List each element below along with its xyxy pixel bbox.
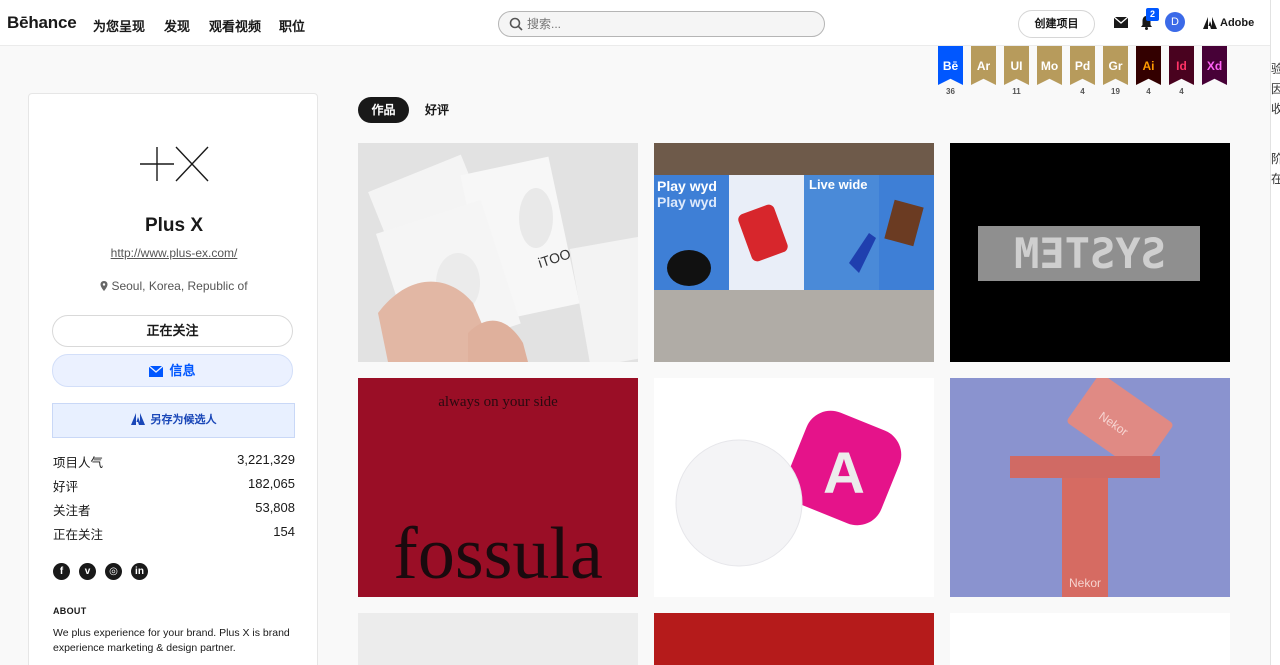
- linkedin-icon[interactable]: in: [131, 563, 148, 580]
- edge-text: 阶: [1271, 150, 1280, 167]
- project-tile-partial[interactable]: [654, 613, 934, 665]
- search-input[interactable]: [527, 15, 807, 33]
- ribbon-badge[interactable]: Ai: [1136, 46, 1161, 85]
- about-text: We plus experience for your brand. Plus …: [53, 627, 290, 654]
- ribbon-count: 4: [1080, 87, 1085, 96]
- edge-text: 验: [1271, 60, 1280, 77]
- stat-value: 154: [273, 524, 295, 539]
- ribbon-count: 4: [1146, 87, 1151, 96]
- stat-row-following[interactable]: 正在关注 154: [53, 524, 295, 544]
- mail-icon[interactable]: [1114, 17, 1128, 28]
- ribbon-badge[interactable]: Bē: [938, 46, 963, 85]
- project-thumbnail: Nekor Nekor: [950, 378, 1230, 597]
- vimeo-icon[interactable]: v: [79, 563, 96, 580]
- stat-value: 53,808: [255, 500, 295, 515]
- create-project-button[interactable]: 创建项目: [1018, 10, 1095, 38]
- project-thumbnail: always on your side fossula: [358, 378, 638, 597]
- stat-label: 好评: [53, 480, 79, 494]
- nav-item-watch-video[interactable]: 观看视频: [209, 16, 261, 35]
- user-avatar[interactable]: D: [1165, 12, 1185, 32]
- ribbon-badge[interactable]: Id: [1169, 46, 1194, 85]
- adobe-logo-icon[interactable]: [1203, 17, 1217, 29]
- following-button[interactable]: 正在关注: [52, 315, 293, 347]
- ribbon-badge[interactable]: Xd: [1202, 46, 1227, 85]
- side-panel-edge: 验 因 收 阶 在: [1270, 0, 1280, 665]
- adobe-logo-icon: [130, 413, 145, 425]
- project-title-text: Nekor: [1069, 576, 1101, 590]
- top-navigation-bar: Bēhance 为您呈现 发现 观看视频 职位 创建项目 2 D Adobe: [0, 0, 1270, 46]
- poster-text: Play wyd: [657, 178, 717, 194]
- facebook-icon[interactable]: f: [53, 563, 70, 580]
- stat-label: 关注者: [53, 504, 91, 518]
- profile-website-link[interactable]: http://www.plus-ex.com/: [29, 246, 319, 260]
- mail-icon: [149, 365, 164, 377]
- profile-name: Plus X: [144, 215, 204, 236]
- tab-works[interactable]: 作品: [358, 97, 409, 123]
- message-button[interactable]: 信息: [52, 354, 293, 387]
- tab-appreciations[interactable]: 好评: [417, 97, 457, 123]
- project-tagline-text: always on your side: [438, 394, 558, 410]
- project-tile-a-logo[interactable]: A: [654, 378, 934, 597]
- stat-row-appreciations: 好评 182,065: [53, 476, 295, 496]
- project-tile-fossula[interactable]: always on your side fossula: [358, 378, 638, 597]
- project-tile-itoo[interactable]: iTOO: [358, 143, 638, 362]
- project-tile-play-wyd[interactable]: Play wyd Play wyd Live wide: [654, 143, 934, 362]
- edge-text: 因: [1271, 80, 1280, 97]
- save-candidate-label: 另存为候选人: [150, 414, 217, 426]
- behance-logo[interactable]: Bēhance: [7, 13, 77, 33]
- poster-text: Live wide: [809, 177, 868, 192]
- ribbon-badge[interactable]: Ar: [971, 46, 996, 85]
- instagram-icon[interactable]: ◎: [105, 563, 122, 580]
- edge-text: 在: [1271, 170, 1280, 187]
- project-tile-partial[interactable]: [358, 613, 638, 665]
- stat-row-project-views: 项目人气 3,221,329: [53, 452, 295, 472]
- ribbon-count: 4: [1179, 87, 1184, 96]
- ribbon-count: 19: [1111, 87, 1120, 96]
- nav-item-for-you[interactable]: 为您呈现: [93, 16, 145, 35]
- search-icon: [509, 17, 523, 31]
- project-title-text: A: [823, 441, 865, 506]
- search-bar[interactable]: [498, 11, 825, 37]
- notification-count-badge: 2: [1146, 8, 1159, 21]
- stat-value: 3,221,329: [237, 452, 295, 467]
- project-thumbnail: iTOO: [358, 143, 638, 362]
- location-text: Seoul, Korea, Republic of: [111, 279, 248, 293]
- stat-value: 182,065: [248, 476, 295, 491]
- project-thumbnail: SYSTEM: [950, 143, 1230, 362]
- stat-label: 正在关注: [53, 528, 104, 542]
- ribbon-badge[interactable]: Gr: [1103, 46, 1128, 85]
- adobe-label[interactable]: Adobe: [1220, 17, 1254, 29]
- project-thumbnail: A: [654, 378, 934, 597]
- stat-label: 项目人气: [53, 456, 104, 470]
- ribbon-count: 11: [1012, 87, 1021, 96]
- location-pin-icon: [100, 281, 108, 291]
- project-tile-nekor[interactable]: Nekor Nekor: [950, 378, 1230, 597]
- save-as-candidate-button[interactable]: 另存为候选人: [52, 403, 295, 438]
- stat-row-followers[interactable]: 关注者 53,808: [53, 500, 295, 520]
- profile-card: Plus X http://www.plus-ex.com/ Seoul, Ko…: [28, 93, 318, 665]
- ribbon-count: 36: [946, 87, 955, 96]
- message-label: 信息: [169, 363, 196, 378]
- ribbon-badge[interactable]: Mo: [1037, 46, 1062, 85]
- project-tile-partial[interactable]: [950, 613, 1230, 665]
- profile-location: Seoul, Korea, Republic of: [29, 279, 319, 293]
- about-heading: ABOUT: [53, 606, 87, 616]
- plus-x-logo: [140, 146, 209, 182]
- project-tile-system[interactable]: SYSTEM: [950, 143, 1230, 362]
- project-title-text: fossula: [393, 513, 603, 595]
- nav-item-jobs[interactable]: 职位: [279, 16, 305, 35]
- project-title-text: SYSTEM: [1014, 229, 1166, 278]
- nav-item-discover[interactable]: 发现: [164, 16, 190, 35]
- project-thumbnail: Play wyd Play wyd Live wide: [654, 143, 934, 362]
- poster-text: Play wyd: [657, 194, 717, 210]
- edge-text: 收: [1271, 100, 1280, 117]
- ribbon-badge[interactable]: Pd: [1070, 46, 1095, 85]
- ribbon-badge[interactable]: UI: [1004, 46, 1029, 85]
